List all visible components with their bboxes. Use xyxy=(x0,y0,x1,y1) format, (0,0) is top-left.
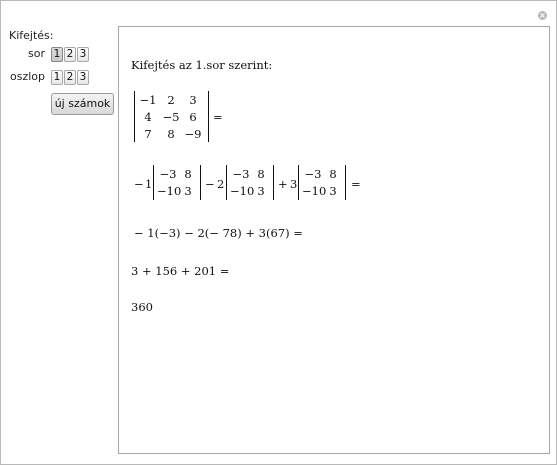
output-heading: Kifejtés az 1.sor szerint: xyxy=(131,58,273,72)
term-coefficient: 1 xyxy=(145,177,153,191)
row-setter: 1 2 3 xyxy=(51,47,89,62)
close-icon[interactable]: × xyxy=(538,11,547,20)
term-sign: − xyxy=(134,177,144,191)
term-sign: − xyxy=(205,177,215,191)
row-option-2[interactable]: 2 xyxy=(64,47,76,62)
matrix-cell: 7 xyxy=(144,127,152,141)
result-value: 360 xyxy=(131,300,153,314)
new-numbers-button[interactable]: új számok xyxy=(51,93,114,115)
minor-cell: 3 xyxy=(329,184,337,198)
matrix-cell: −9 xyxy=(184,127,202,141)
minor-cell: −3 xyxy=(159,167,177,181)
minor-cell: −3 xyxy=(304,167,322,181)
row-option-1[interactable]: 1 xyxy=(51,47,63,62)
matrix-cell: 4 xyxy=(144,110,152,124)
term-coefficient: 3 xyxy=(290,177,298,191)
row-option-3[interactable]: 3 xyxy=(77,47,89,62)
equals-sign: = xyxy=(213,110,223,124)
column-option-2[interactable]: 2 xyxy=(64,70,76,85)
row-label: sor xyxy=(28,47,45,60)
matrix-cell: 8 xyxy=(167,127,175,141)
matrix-cell: −5 xyxy=(162,110,180,124)
column-label: oszlop xyxy=(10,70,46,83)
term-sign: + xyxy=(278,177,288,191)
minor-cell: 8 xyxy=(329,167,337,181)
term-coefficient: 2 xyxy=(217,177,225,191)
minor-cell: 3 xyxy=(257,184,265,198)
minor-cell: −10 xyxy=(230,184,255,198)
matrix-cell: −1 xyxy=(139,93,157,107)
column-option-3[interactable]: 3 xyxy=(77,70,89,85)
sums-line: 3 + 156 + 201 = xyxy=(131,264,230,278)
minor-cell: −10 xyxy=(302,184,327,198)
column-setter: 1 2 3 xyxy=(51,70,89,85)
expansion-label: Kifejtés: xyxy=(9,29,54,42)
minor-cell: 3 xyxy=(184,184,192,198)
matrix-cell: 6 xyxy=(189,110,197,124)
minor-cell: −10 xyxy=(157,184,182,198)
minor-cell: 8 xyxy=(257,167,265,181)
equals-sign: = xyxy=(351,177,361,191)
minor-cell: −3 xyxy=(232,167,250,181)
column-option-1[interactable]: 1 xyxy=(51,70,63,85)
matrix-cell: 3 xyxy=(189,93,197,107)
minor-cell: 8 xyxy=(184,167,192,181)
matrix-cell: 2 xyxy=(167,93,175,107)
products-line: − 1(−3) − 2(− 78) + 3(67) = xyxy=(134,226,303,240)
